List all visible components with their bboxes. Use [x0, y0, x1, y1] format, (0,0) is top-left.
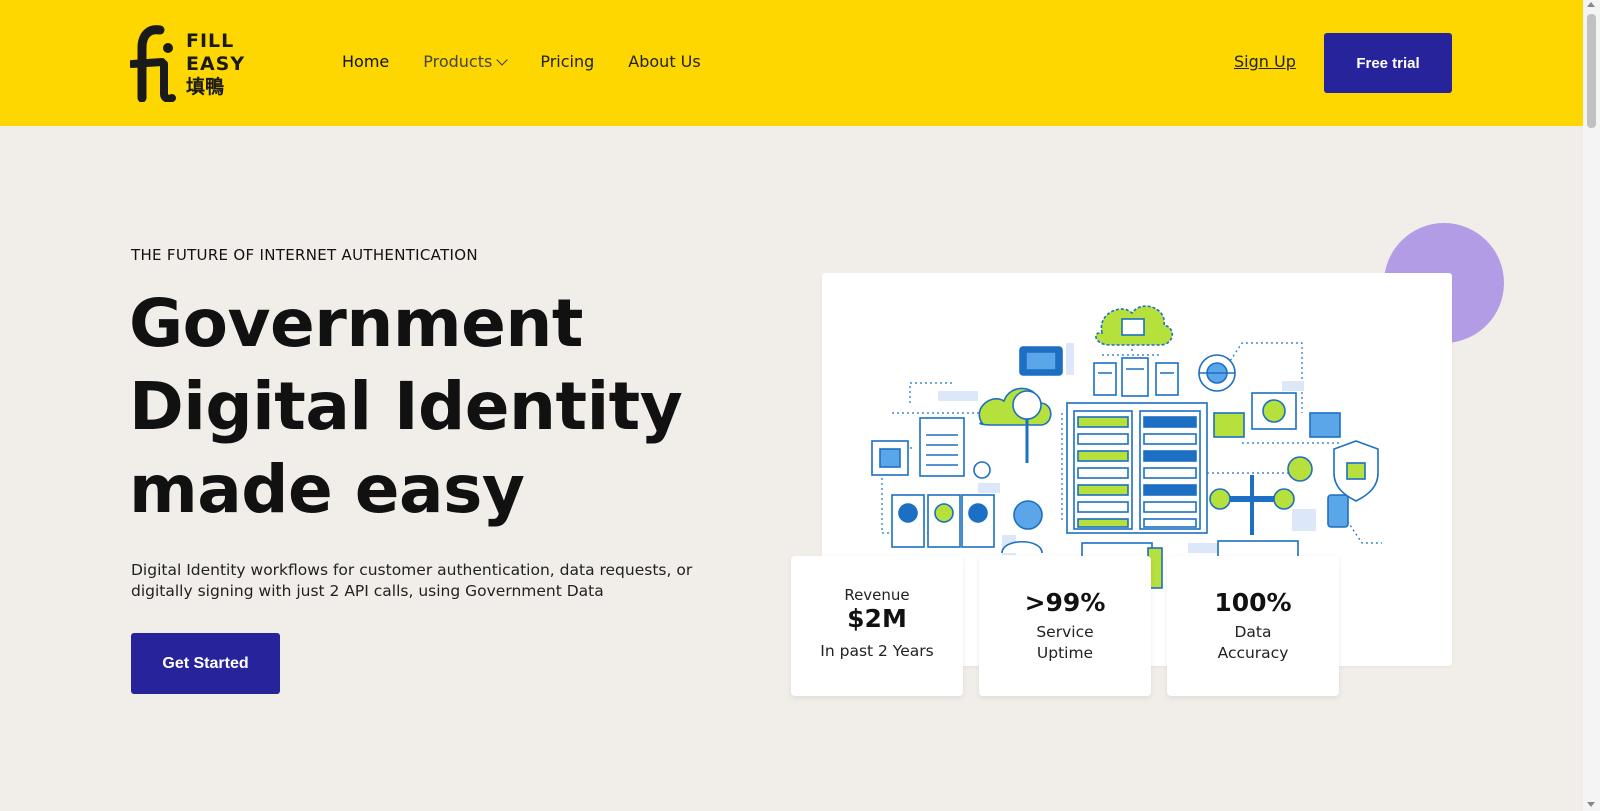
fi-logo-mark-icon	[128, 25, 176, 103]
sign-up-link[interactable]: Sign Up	[1234, 52, 1296, 71]
logo-line-1: FILL	[186, 30, 235, 52]
stat-revenue-label: Revenue	[844, 586, 910, 604]
nav-products-label: Products	[423, 52, 493, 71]
logo-line-2: EASY	[186, 53, 246, 75]
stat-revenue-value: $2M	[847, 604, 907, 633]
nav-products[interactable]: Products	[423, 52, 509, 71]
stat-accuracy-value: 100%	[1214, 588, 1292, 617]
stat-accuracy-caption: Data Accuracy	[1217, 623, 1289, 662]
scroll-down-arrow-icon[interactable]	[1587, 802, 1595, 807]
nav-pricing[interactable]: Pricing	[540, 52, 594, 71]
nav-about-label: About Us	[628, 52, 701, 71]
stat-card-revenue: Revenue $2M In past 2 Years	[791, 556, 963, 696]
fill-easy-logo[interactable]: FILL EASY 填鴨	[128, 24, 250, 104]
stat-uptime-value: >99%	[1024, 588, 1106, 617]
chevron-down-icon	[496, 53, 509, 66]
main-nav: Home Products Pricing About Us	[342, 52, 735, 71]
page-scrollbar[interactable]	[1583, 0, 1600, 811]
nav-pricing-label: Pricing	[540, 52, 595, 71]
free-trial-button[interactable]: Free trial	[1324, 33, 1452, 93]
headline-line-3: made easy	[129, 451, 525, 528]
logo-line-cjk: 填鴨	[186, 76, 225, 98]
scrollbar-thumb[interactable]	[1587, 14, 1596, 128]
nav-home-label: Home	[342, 52, 390, 71]
site-header: FILL EASY 填鴨 Home Products Pricing About…	[0, 0, 1583, 126]
headline-line-2: Digital Identity	[129, 368, 683, 445]
get-started-button[interactable]: Get Started	[131, 633, 280, 694]
logo-wordmark: FILL EASY 填鴨	[186, 30, 245, 99]
hero-headline: Government Digital Identity made easy	[129, 282, 769, 531]
scroll-up-arrow-icon[interactable]	[1587, 2, 1595, 7]
stat-uptime-caption: Service Uptime	[1036, 623, 1094, 662]
stat-card-uptime: >99% Service Uptime	[979, 556, 1151, 696]
hero-eyebrow: THE FUTURE OF INTERNET AUTHENTICATION	[131, 246, 478, 264]
hero-description: Digital Identity workflows for customer …	[131, 561, 693, 600]
headline-line-1: Government	[129, 285, 583, 362]
nav-home[interactable]: Home	[342, 52, 389, 71]
stat-revenue-caption: In past 2 Years	[820, 642, 934, 660]
stat-card-accuracy: 100% Data Accuracy	[1167, 556, 1339, 696]
nav-about-us[interactable]: About Us	[628, 52, 700, 71]
